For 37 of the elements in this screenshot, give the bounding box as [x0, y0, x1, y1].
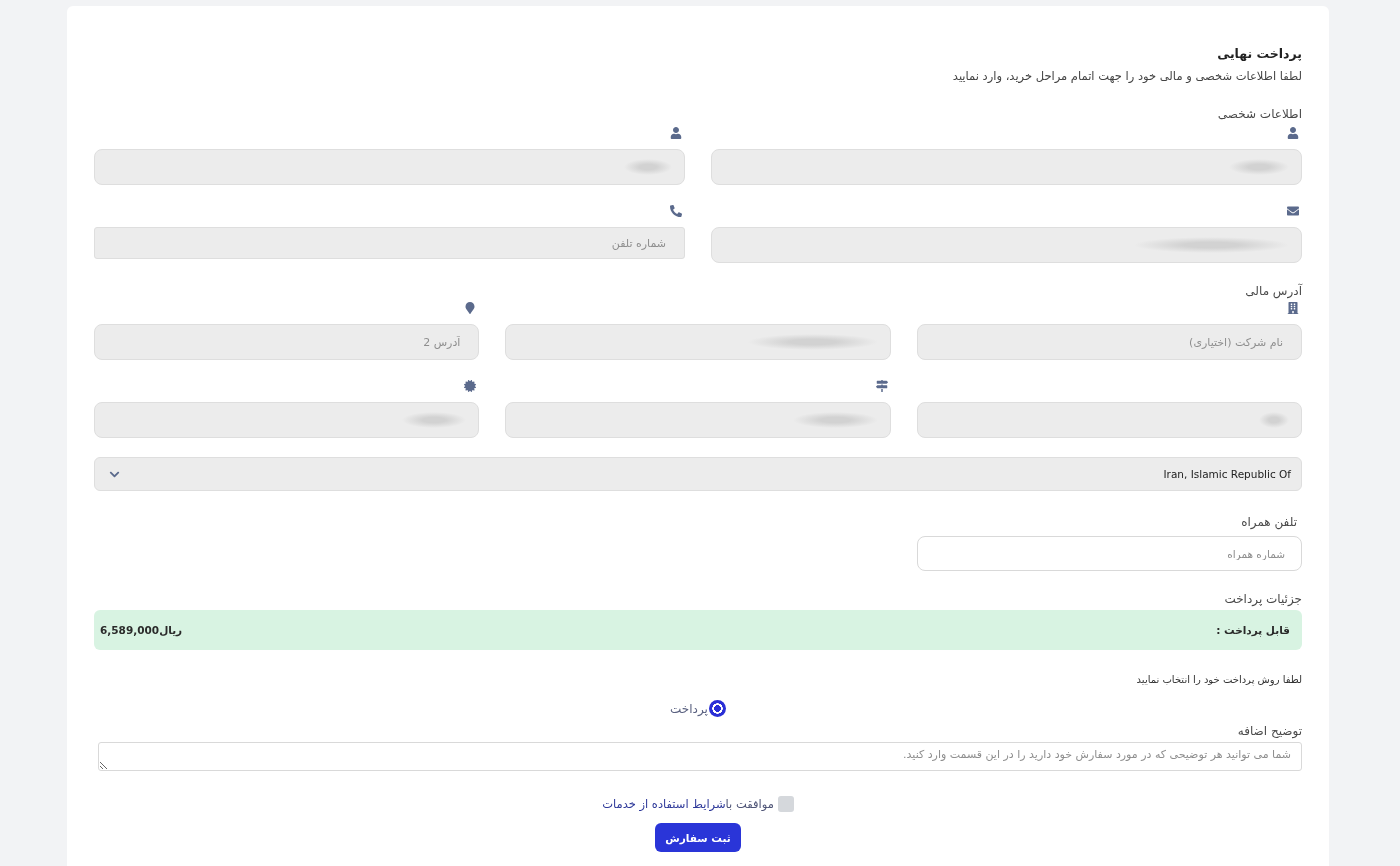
- mobile-input-field[interactable]: شماره همراه: [916, 536, 1302, 571]
- building-icon: [1287, 302, 1299, 314]
- signpost-icon: [875, 380, 888, 392]
- country-select[interactable]: Iran, Islamic Republic Of: [94, 457, 1302, 491]
- radio-button[interactable]: [708, 700, 726, 717]
- section-heading: اطلاعات شخصی: [1217, 106, 1302, 122]
- input-field[interactable]: [505, 402, 891, 438]
- map-pin-icon: [464, 302, 477, 314]
- section-heading: جزئیات پرداخت: [1224, 591, 1302, 607]
- payment-option[interactable]: پرداخت: [670, 700, 726, 717]
- field-label: توضیح اضافه: [1237, 723, 1302, 739]
- page-subtitle: لطفا اطلاعات شخصی و مالی خود را جهت اتمام مراحل خرید، وارد نمایید: [952, 68, 1302, 85]
- input-field[interactable]: [916, 402, 1302, 438]
- input-field[interactable]: آدرس 2: [94, 324, 480, 360]
- terms-link[interactable]: شرایط استفاده از خدمات: [602, 797, 726, 811]
- page-title: پرداخت نهایی: [1217, 45, 1302, 63]
- person-icon: [1287, 127, 1299, 139]
- input-field[interactable]: [711, 149, 1302, 185]
- amount-label: قابل پرداخت :: [1216, 624, 1290, 636]
- input-field[interactable]: [94, 402, 480, 438]
- input-field[interactable]: [505, 324, 891, 360]
- input-field[interactable]: شماره تلفن: [94, 227, 685, 259]
- input-field[interactable]: [94, 149, 685, 185]
- payment-method-prompt: لطفا روش پرداخت خود را انتخاب نمایید: [1136, 673, 1302, 688]
- badge-icon: [464, 380, 477, 392]
- field-label: تلفن همراه: [1241, 514, 1298, 530]
- section-heading: آدرس مالی: [1245, 283, 1302, 299]
- amount-value: 6,589,000ریال: [100, 624, 183, 636]
- input-field[interactable]: [711, 227, 1302, 263]
- submit-order-button[interactable]: ثبت سفارش: [655, 823, 741, 852]
- agreement-text: موافقت باشرایط استفاده از خدمات: [602, 796, 774, 813]
- checkbox[interactable]: [777, 796, 794, 812]
- envelope-icon: [1287, 205, 1299, 217]
- person-icon: [670, 127, 682, 139]
- notes-textarea[interactable]: شما می توانید هر توضیحی که در مورد سفارش خود دارید را در این قسمت وارد کنید.: [98, 742, 1302, 771]
- input-field[interactable]: نام شرکت (اختیاری): [916, 324, 1302, 360]
- phone-icon: [670, 205, 682, 217]
